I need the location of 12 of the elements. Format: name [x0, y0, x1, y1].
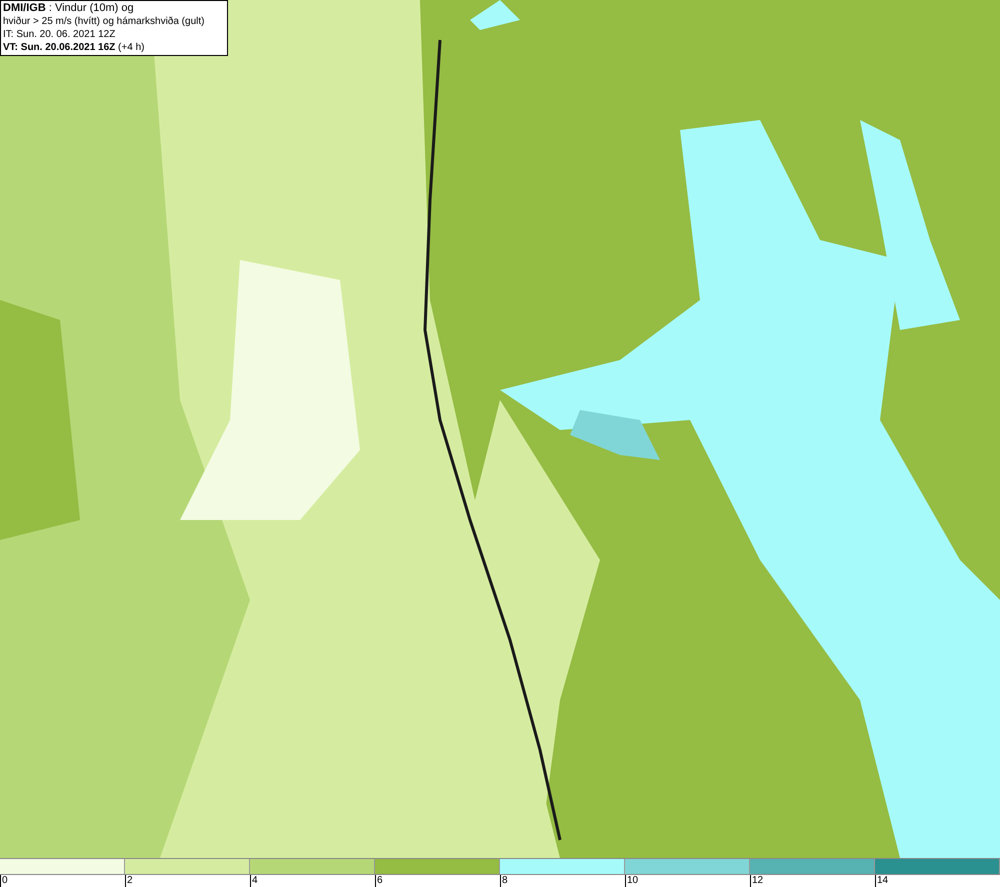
- legend-label: 2: [125, 875, 133, 887]
- legend-label: 0: [0, 875, 8, 887]
- legend-label: 8: [500, 875, 508, 887]
- legend-label: 14: [875, 875, 888, 887]
- info-text: hviður > 25 m/s (hvítt) og hámarkshviða (gult): [3, 15, 206, 28]
- legend-label: 10: [625, 875, 638, 887]
- legend-label: 12: [750, 875, 764, 887]
- legend-label: 4: [250, 875, 258, 887]
- info-text: IT: Sun. 20. 06. 2021 12Z: [3, 28, 116, 41]
- info-text: VT: Sun. 20.06.2021 16Z (+4 h): [3, 41, 146, 54]
- legend-label: 6: [375, 875, 383, 887]
- info-text: DMI/IGB : Vindur (10m) og: [3, 2, 135, 15]
